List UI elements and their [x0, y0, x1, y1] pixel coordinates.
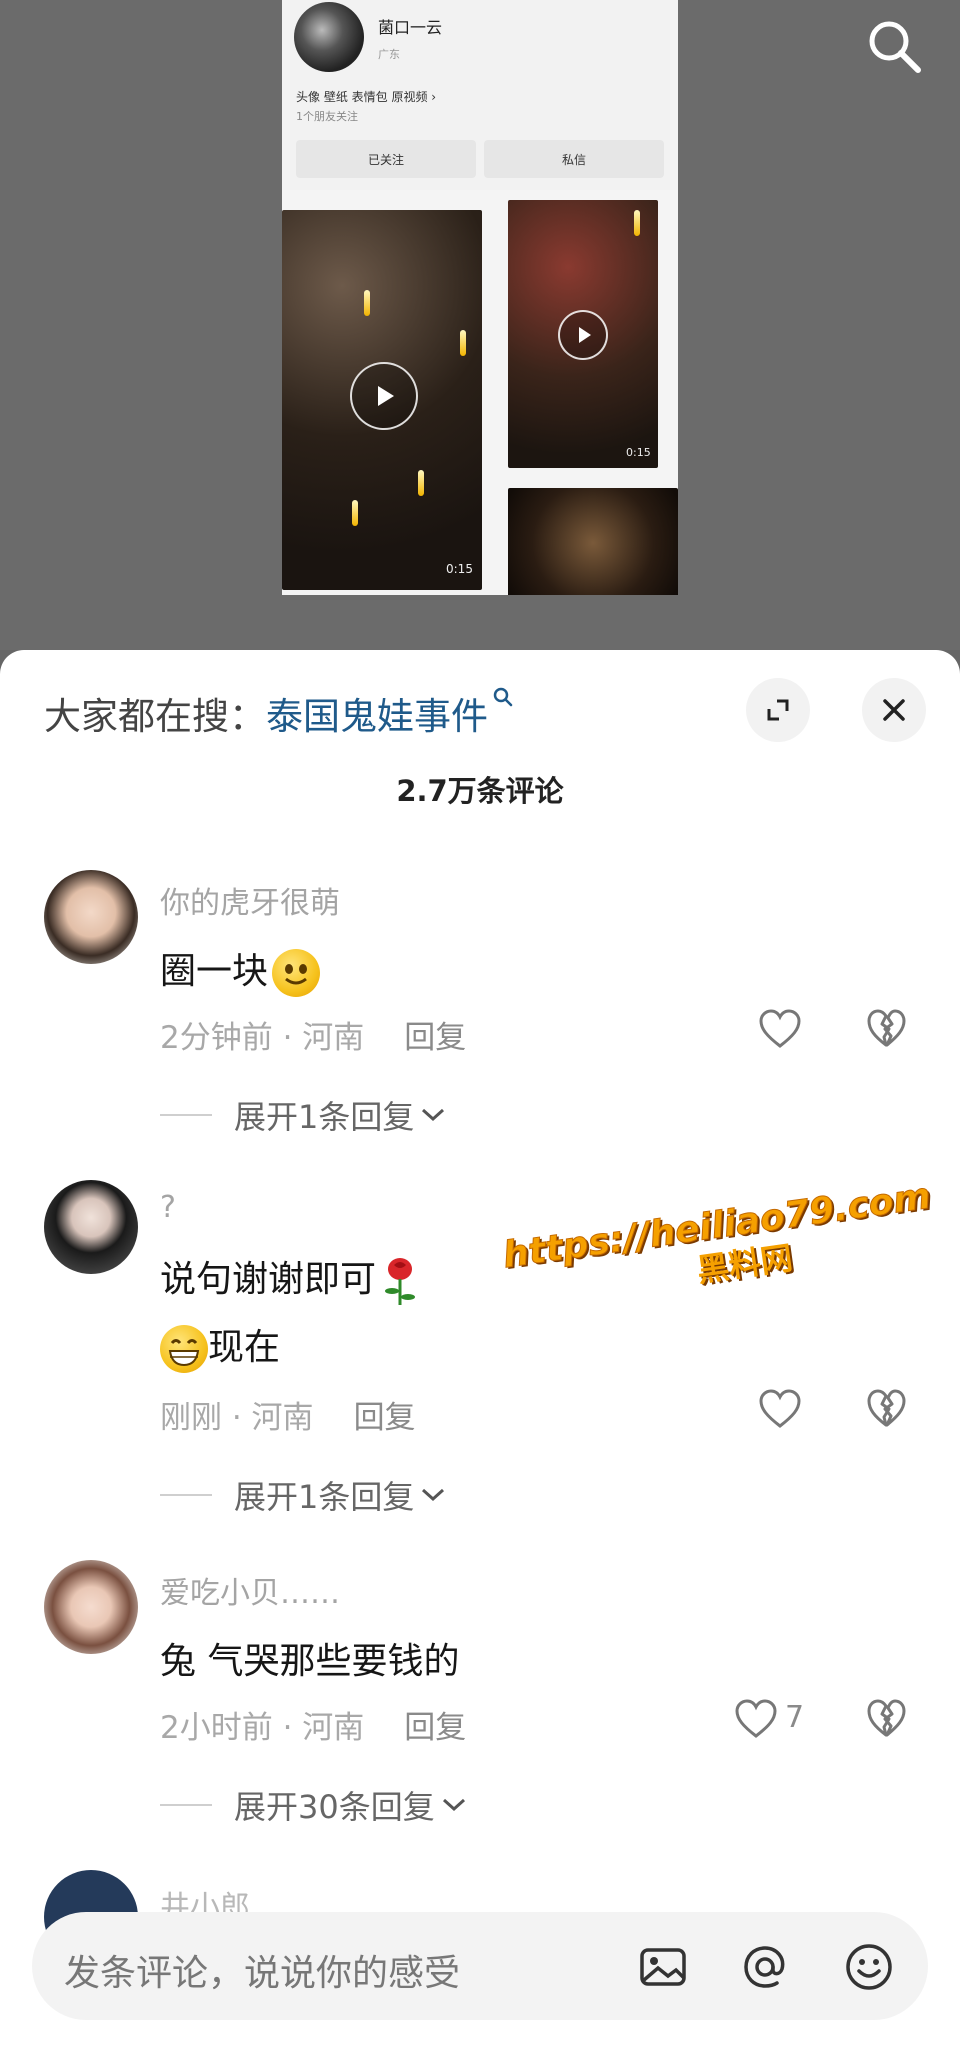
comment-text: 圈一块: [160, 942, 321, 997]
rose-emoji-icon: [385, 1258, 416, 1305]
play-icon: [558, 310, 608, 360]
expand-button[interactable]: [746, 678, 810, 742]
comment-time-location: 2小时前 · 河南: [160, 1710, 365, 1746]
comment-text-content: 圈一块: [160, 951, 269, 992]
comment-count: 2.7万条评论: [396, 774, 564, 808]
candle-flame: [352, 500, 358, 526]
hot-search-prefix: 大家都在搜：: [44, 695, 266, 738]
comment-text: 兔 气哭那些要钱的: [160, 1641, 460, 1682]
profile-tags: 头像 壁纸 表情包 原视频 ›: [296, 90, 437, 104]
comment-input[interactable]: 发条评论，说说你的感受: [32, 1912, 928, 2020]
at-mention-icon[interactable]: [738, 1940, 792, 1994]
expand-replies-label: 展开30条回复: [234, 1788, 435, 1826]
video-thumbnail: 0:15: [508, 200, 658, 468]
comment-sheet: 大家都在搜：泰国鬼娃事件 2.7万条评论 你的虎牙很萌 圈一块 2分钟前 · 河…: [0, 650, 960, 2045]
chevron-down-icon: [422, 1488, 445, 1502]
comment-meta: 刚刚 · 河南 回复: [160, 1392, 416, 1437]
candle-flame: [418, 470, 424, 496]
divider: [160, 1114, 212, 1116]
reply-button[interactable]: 回复: [404, 1020, 466, 1056]
profile-avatar: [294, 2, 364, 72]
follow-button: 已关注: [296, 140, 476, 178]
comment-meta: 2小时前 · 河南 回复: [160, 1702, 466, 1747]
profile-friends: 1个朋友关注: [296, 110, 358, 123]
avatar[interactable]: [44, 1560, 138, 1654]
broken-heart-dislike-icon[interactable]: [865, 1698, 907, 1740]
comment-time-location: 2分钟前 · 河南: [160, 1020, 365, 1056]
heart-like-icon[interactable]: [757, 1388, 803, 1430]
candle-flame: [364, 290, 370, 316]
smile-emoji-icon: [272, 949, 321, 997]
comment-meta: 2分钟前 · 河南 回复: [160, 1012, 466, 1057]
expand-replies-label: 展开1条回复: [234, 1098, 415, 1136]
video-thumbnail: 0:15: [282, 210, 482, 590]
avatar[interactable]: [44, 870, 138, 964]
comment-text-content: 说句谢谢即可: [160, 1259, 377, 1300]
message-button: 私信: [484, 140, 664, 178]
comment-time-location: 刚刚 · 河南: [160, 1400, 314, 1436]
divider: [160, 1494, 212, 1496]
emoji-icon[interactable]: [842, 1940, 896, 1994]
profile-name: 菌口一云: [378, 18, 443, 37]
candle-flame: [634, 210, 640, 236]
expand-replies-button[interactable]: 展开30条回复: [160, 1782, 467, 1828]
comment-text-line2: 现在: [160, 1318, 280, 1373]
comment-username[interactable]: 你的虎牙很萌: [160, 878, 340, 922]
broken-heart-dislike-icon[interactable]: [865, 1008, 907, 1050]
search-icon[interactable]: [864, 16, 924, 76]
like-count: 7: [785, 1700, 805, 1735]
profile-header: 菌口一云 广东 头像 壁纸 表情包 原视频 › 1个朋友关注 已关注 私信: [282, 0, 678, 190]
video-area[interactable]: 菌口一云 广东 头像 壁纸 表情包 原视频 › 1个朋友关注 已关注 私信 0:…: [0, 0, 960, 650]
divider: [160, 1804, 212, 1806]
expand-replies-label: 展开1条回复: [234, 1478, 415, 1516]
comment-username[interactable]: 爱吃小贝……: [160, 1568, 340, 1612]
close-button[interactable]: [862, 678, 926, 742]
play-icon: [350, 362, 418, 430]
expand-replies-button[interactable]: 展开1条回复: [160, 1092, 446, 1138]
search-small-icon: [493, 687, 513, 707]
expand-icon: [767, 699, 789, 721]
heart-like-icon[interactable]: [733, 1698, 779, 1740]
reply-button[interactable]: 回复: [354, 1400, 416, 1436]
reply-button[interactable]: 回复: [404, 1710, 466, 1746]
hot-search-bar[interactable]: 大家都在搜：泰国鬼娃事件: [44, 686, 514, 740]
shared-screenshot: 菌口一云 广东 头像 壁纸 表情包 原视频 › 1个朋友关注 已关注 私信 0:…: [282, 0, 678, 595]
comment-text-content: 现在: [208, 1327, 281, 1368]
comment-username[interactable]: ?: [160, 1190, 176, 1225]
broken-heart-dislike-icon[interactable]: [865, 1388, 907, 1430]
avatar[interactable]: [44, 1180, 138, 1274]
comment-input-placeholder: 发条评论，说说你的感受: [64, 1953, 461, 1994]
expand-replies-button[interactable]: 展开1条回复: [160, 1472, 446, 1518]
video-thumbnail: [508, 488, 678, 595]
video-duration: 0:15: [626, 446, 651, 459]
heart-like-icon[interactable]: [757, 1008, 803, 1050]
hot-search-term[interactable]: 泰国鬼娃事件: [266, 695, 488, 738]
candle-flame: [460, 330, 466, 356]
comment-text: 说句谢谢即可: [160, 1250, 420, 1307]
close-icon: [883, 699, 905, 721]
video-duration: 0:15: [446, 562, 473, 576]
profile-region: 广东: [378, 48, 400, 61]
image-icon[interactable]: [636, 1940, 690, 1994]
chevron-down-icon: [422, 1108, 445, 1122]
grin-emoji-icon: [160, 1325, 208, 1373]
chevron-down-icon: [442, 1798, 465, 1812]
